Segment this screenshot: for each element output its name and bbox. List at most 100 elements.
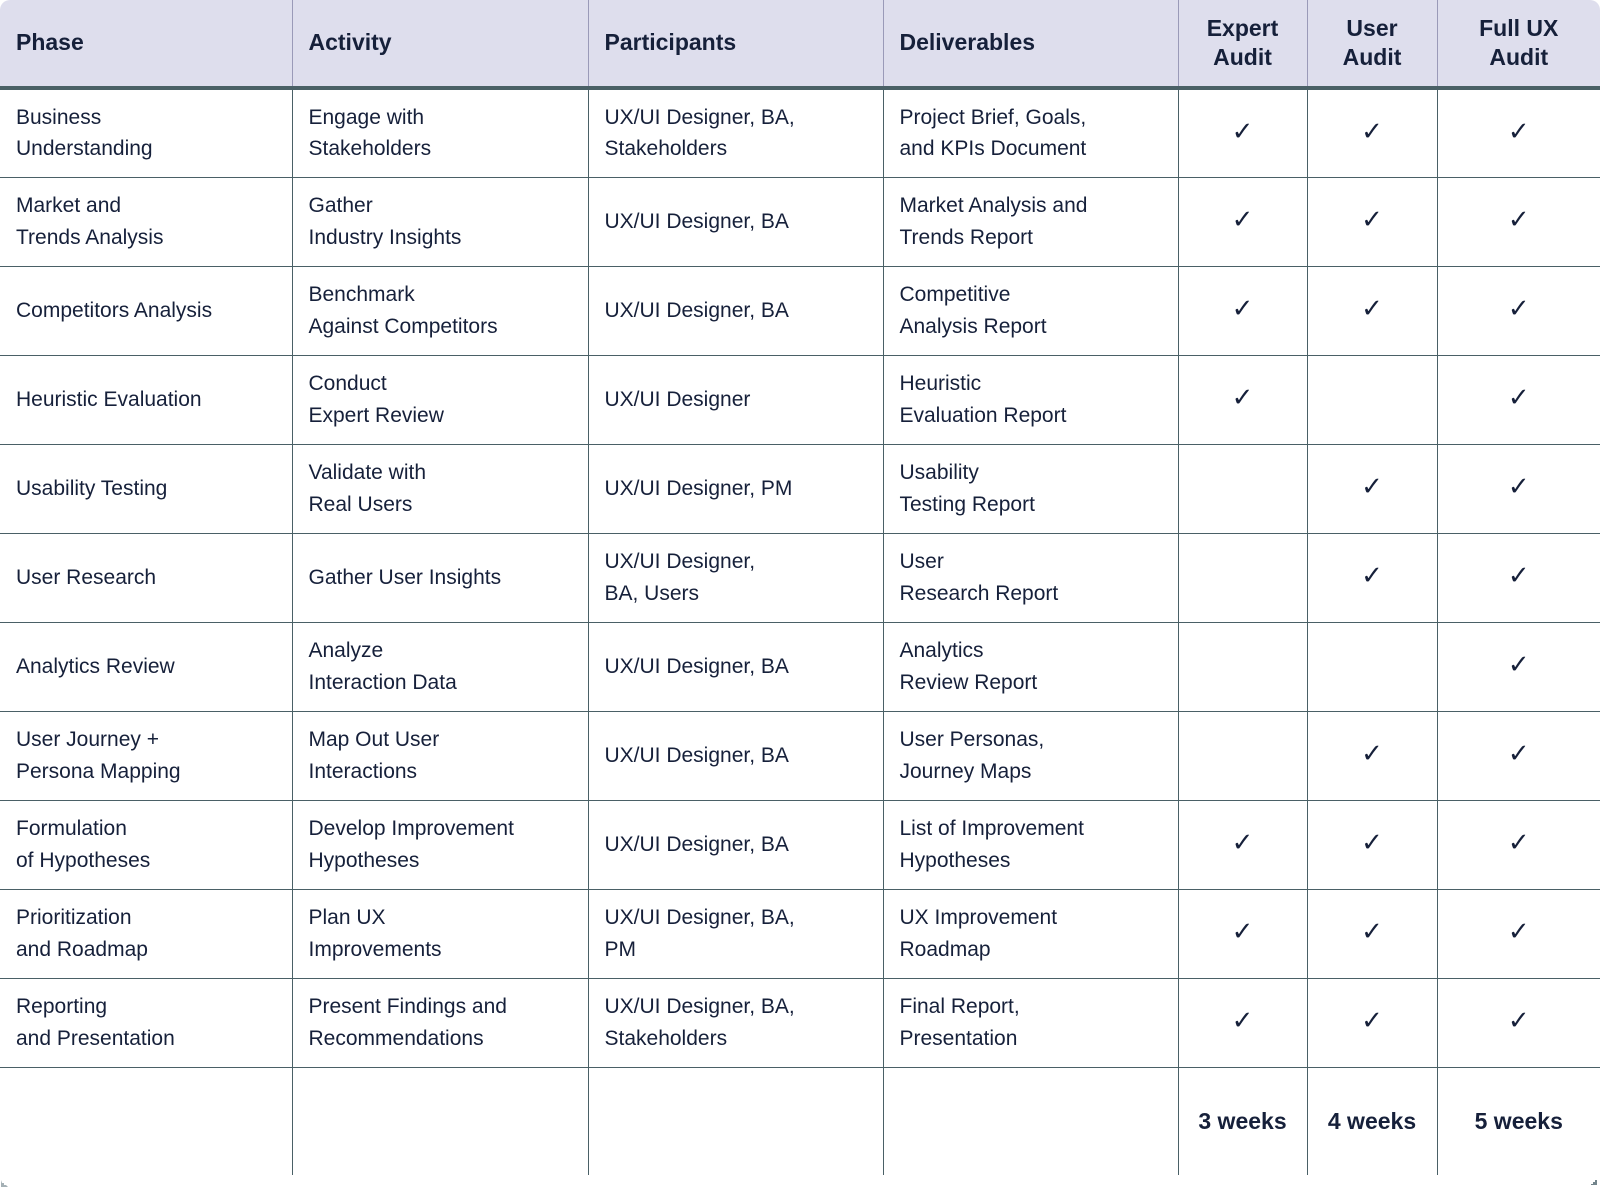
cell-deliverables-line2: and KPIs Document (899, 137, 1087, 161)
cell-user-audit[interactable]: ✓ (1307, 266, 1438, 356)
cell-activity-line2: Improvements (308, 937, 442, 961)
check-icon: ✓ (1231, 915, 1254, 946)
footer-spacer-activity (292, 1067, 589, 1175)
cell-full-ux-audit[interactable]: ✓ (1437, 533, 1600, 623)
cell-activity-line2: Hypotheses (308, 848, 420, 872)
cell-deliverables-line1: Final Report, (899, 995, 1020, 1018)
cell-expert-audit[interactable]: ✓ (1178, 978, 1308, 1068)
cell-participants-line1: UX/UI Designer, BA (604, 654, 789, 678)
table-header: Phase Activity Participants Deliverables… (0, 0, 1600, 90)
cell-expert-audit[interactable]: ✓ (1178, 889, 1308, 979)
column-header-full-ux-audit-line2: Audit (1489, 44, 1549, 70)
cell-user-audit[interactable]: ✓ (1307, 889, 1438, 979)
cell-activity-line2: Against Competitors (308, 314, 498, 338)
cell-participants-line2: BA, Users (604, 581, 700, 605)
cell-phase-line2: Trends Analysis (16, 225, 164, 249)
cell-full-ux-audit[interactable]: ✓ (1437, 800, 1600, 890)
resize-handle-icon (1591, 1178, 1597, 1185)
cell-deliverables-line1: Project Brief, Goals, (899, 105, 1087, 129)
cell-expert-audit[interactable] (1178, 444, 1308, 534)
cell-full-ux-audit[interactable]: ✓ (1437, 177, 1600, 267)
cell-activity-line1: Gather (308, 194, 373, 217)
column-header-full-ux-audit[interactable]: Full UX Audit (1437, 0, 1600, 90)
column-header-activity[interactable]: Activity (292, 0, 589, 90)
cell-full-ux-audit[interactable]: ✓ (1437, 266, 1600, 356)
cell-expert-audit[interactable]: ✓ (1178, 88, 1308, 178)
check-icon: ✓ (1361, 737, 1383, 768)
cell-full-ux-audit[interactable]: ✓ (1437, 355, 1600, 445)
cell-expert-audit[interactable]: ✓ (1178, 355, 1308, 445)
cell-phase-line2: and Presentation (16, 1026, 175, 1050)
cell-full-ux-audit[interactable]: ✓ (1437, 978, 1600, 1068)
check-icon: ✓ (1507, 1004, 1530, 1035)
cell-activity-line1: Engage with (308, 105, 425, 129)
cell-expert-audit[interactable]: ✓ (1178, 177, 1308, 267)
cell-expert-audit[interactable] (1178, 533, 1308, 623)
cell-participants-line1: UX/UI Designer, BA, (604, 105, 795, 129)
cell-activity-line2: Interactions (308, 759, 418, 783)
cell-deliverables-line1: Analytics (899, 639, 984, 662)
cell-full-ux-audit[interactable]: ✓ (1437, 711, 1600, 801)
check-icon: ✓ (1361, 559, 1383, 590)
cell-deliverables: Analytics Review Report (883, 622, 1179, 712)
cell-user-audit[interactable]: ✓ (1307, 444, 1438, 534)
ux-audit-table: Phase Activity Participants Deliverables… (0, 0, 1600, 1175)
table-row: Competitors Analysis Benchmark Against Com… (0, 266, 1600, 356)
cell-user-audit[interactable] (1307, 622, 1438, 712)
table-footer: 3 weeks 4 weeks 5 weeks (0, 1067, 1600, 1175)
footer-duration-user-audit: 4 weeks (1307, 1067, 1438, 1175)
column-header-deliverables[interactable]: Deliverables (883, 0, 1179, 90)
check-icon: ✓ (1507, 826, 1530, 857)
cell-full-ux-audit[interactable]: ✓ (1437, 88, 1600, 178)
check-icon: ✓ (1361, 826, 1383, 857)
column-header-phase[interactable]: Phase (0, 0, 293, 90)
cell-user-audit[interactable]: ✓ (1307, 711, 1438, 801)
header-row: Phase Activity Participants Deliverables… (0, 0, 1600, 90)
cell-expert-audit[interactable]: ✓ (1178, 800, 1308, 890)
table-row: Market and Trends Analysis Gather Industry … (0, 177, 1600, 267)
cell-user-audit[interactable]: ✓ (1307, 88, 1438, 178)
cell-activity-line2: Industry Insights (308, 225, 462, 249)
cell-participants: UX/UI Designer, PM (588, 444, 884, 534)
cell-deliverables-line2: Journey Maps (899, 759, 1032, 783)
check-icon: ✓ (1231, 381, 1254, 412)
column-header-expert-audit[interactable]: Expert Audit (1178, 0, 1308, 90)
cell-expert-audit[interactable] (1178, 711, 1308, 801)
cell-expert-audit[interactable] (1178, 622, 1308, 712)
cell-full-ux-audit[interactable]: ✓ (1437, 622, 1600, 712)
cell-user-audit[interactable] (1307, 355, 1438, 445)
footer-spacer-phase (0, 1067, 293, 1175)
cell-user-audit[interactable]: ✓ (1307, 978, 1438, 1068)
cell-phase-line1: User Journey + (16, 728, 159, 751)
cell-deliverables-line1: UX Improvement (899, 906, 1058, 929)
table-row: Prioritization and Roadmap Plan UX Improvem… (0, 889, 1600, 979)
footer-duration-expert-audit: 3 weeks (1178, 1067, 1308, 1175)
cell-activity-line1: Map Out User (308, 728, 440, 751)
cell-user-audit[interactable]: ✓ (1307, 177, 1438, 267)
cell-participants-line2: Stakeholders (604, 137, 728, 161)
cell-phase: User Research (0, 533, 293, 623)
column-header-participants[interactable]: Participants (588, 0, 884, 90)
cell-user-audit[interactable]: ✓ (1307, 533, 1438, 623)
check-empty-placeholder (1242, 583, 1243, 584)
cell-expert-audit[interactable]: ✓ (1178, 266, 1308, 356)
column-header-user-audit[interactable]: User Audit (1307, 0, 1438, 90)
cell-phase-line1: Competitors Analysis (16, 298, 213, 322)
check-empty-placeholder (1372, 672, 1373, 673)
cell-phase-line2: Understanding (16, 137, 153, 161)
cell-activity: Benchmark Against Competitors (292, 266, 589, 356)
cell-participants: UX/UI Designer, BA (588, 622, 884, 712)
cell-user-audit[interactable]: ✓ (1307, 800, 1438, 890)
check-icon: ✓ (1507, 203, 1530, 234)
table-row: Heuristic Evaluation Conduct Expert Review… (0, 355, 1600, 445)
check-icon: ✓ (1231, 292, 1254, 323)
cell-full-ux-audit[interactable]: ✓ (1437, 444, 1600, 534)
table-row: Usability Testing Validate with Real Users… (0, 444, 1600, 534)
cell-full-ux-audit[interactable]: ✓ (1437, 889, 1600, 979)
cell-phase-line1: Prioritization (16, 906, 132, 929)
cell-deliverables: Competitive Analysis Report (883, 266, 1179, 356)
cell-activity-line2: Real Users (308, 492, 413, 516)
check-icon: ✓ (1231, 115, 1254, 146)
cell-participants: UX/UI Designer, BA (588, 711, 884, 801)
table-row: Reporting and Presentation Present Finding… (0, 978, 1600, 1068)
